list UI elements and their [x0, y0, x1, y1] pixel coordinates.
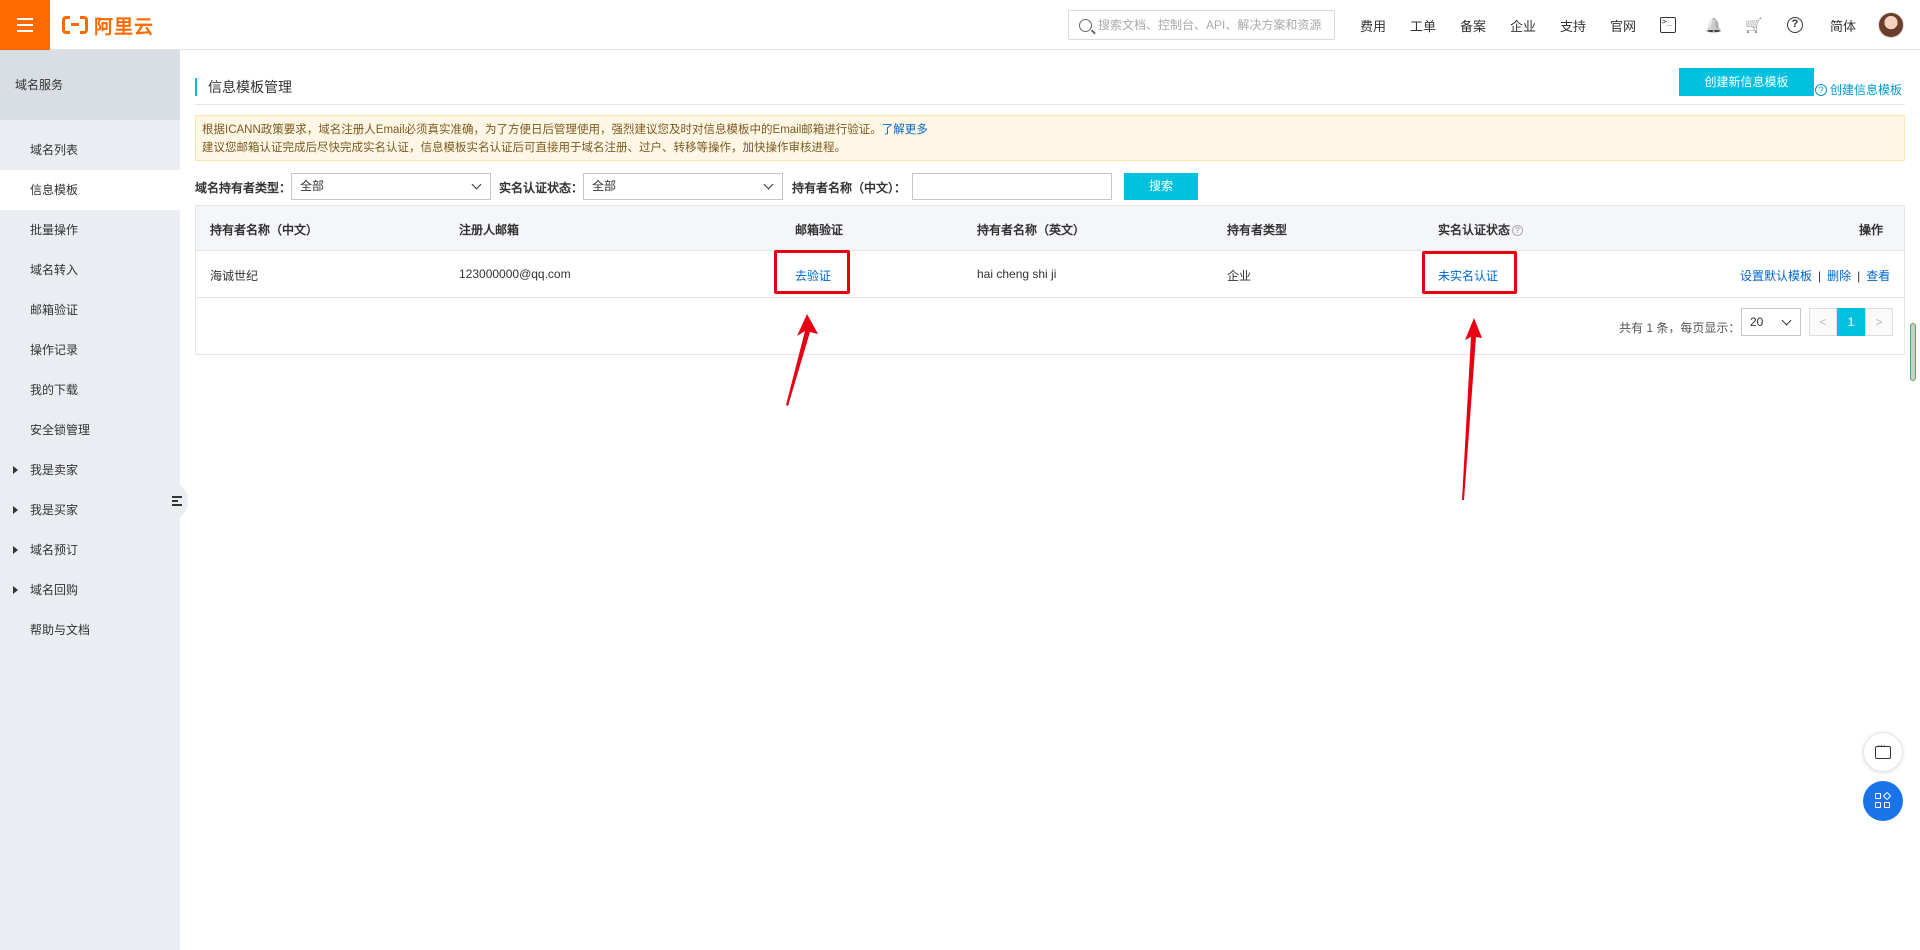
- caret-right-icon: [13, 506, 18, 514]
- pagination-summary: 共有 1 条，每页显示：: [1619, 321, 1741, 335]
- language-switch[interactable]: 简体: [1830, 0, 1856, 50]
- menu-icon[interactable]: [0, 0, 50, 50]
- question-icon: ?: [1815, 83, 1827, 96]
- create-template-button[interactable]: 创建新信息模板: [1679, 68, 1814, 96]
- page-1-button[interactable]: 1: [1837, 308, 1865, 336]
- table-header: 持有者名称（中文） 注册人邮箱 邮箱验证 持有者名称（英文） 持有者类型 实名认…: [196, 206, 1904, 251]
- sidebar-collapse-button[interactable]: [166, 480, 188, 522]
- nav-fees[interactable]: 费用: [1360, 0, 1386, 50]
- sidebar-item-seller[interactable]: 我是卖家: [0, 450, 180, 490]
- set-default-template-link[interactable]: 设置默认模板: [1740, 269, 1812, 283]
- sidebar-header: 域名服务: [0, 50, 180, 120]
- highlight-verify-email: [774, 250, 850, 294]
- col-header-email-verify: 邮箱验证: [795, 223, 844, 237]
- holder-type-label: 域名持有者类型：: [195, 181, 292, 195]
- sidebar-item-batch-ops[interactable]: 批量操作: [0, 210, 180, 250]
- col-header-actions: 操作: [1859, 223, 1884, 237]
- holder-name-input[interactable]: [912, 173, 1112, 200]
- col-header-name-en: 持有者名称（英文）: [977, 223, 1086, 237]
- nav-support[interactable]: 支持: [1560, 0, 1586, 50]
- nav-enterprise[interactable]: 企业: [1510, 0, 1536, 50]
- pagination: 共有 1 条，每页显示： 20 < 1 >: [196, 298, 1904, 354]
- template-table: 持有者名称（中文） 注册人邮箱 邮箱验证 持有者名称（英文） 持有者类型 实名认…: [195, 205, 1905, 355]
- sidebar-item-domain-list[interactable]: 域名列表: [0, 130, 180, 170]
- global-search[interactable]: [1068, 10, 1335, 40]
- sidebar-item-info-template[interactable]: 信息模板: [0, 170, 180, 210]
- col-header-holder-type: 持有者类型: [1227, 223, 1288, 237]
- nav-official-site[interactable]: 官网: [1610, 0, 1636, 50]
- sidebar-item-op-records[interactable]: 操作记录: [0, 330, 180, 370]
- view-link[interactable]: 查看: [1866, 269, 1890, 283]
- chat-button[interactable]: [1863, 732, 1903, 772]
- cell-name-cn: 海诚世纪: [210, 269, 259, 283]
- search-icon: [1079, 18, 1092, 32]
- collapse-icon: [172, 496, 182, 506]
- table-row: 海诚世纪 123000000@qq.com 去验证 hai cheng shi …: [196, 251, 1904, 298]
- learn-more-link[interactable]: 了解更多: [882, 124, 928, 136]
- filter-bar: 域名持有者类型： 全部 实名认证状态： 全部 持有者名称（中文）： 搜索: [195, 172, 1905, 200]
- row-actions: 设置默认模板 | 删除 | 查看: [1740, 269, 1891, 283]
- chevron-down-icon: [471, 179, 482, 190]
- caret-right-icon: [13, 466, 18, 474]
- apps-icon: [1875, 791, 1892, 809]
- highlight-realname-status: [1422, 251, 1517, 294]
- red-arrow-1: [786, 314, 818, 406]
- info-icon[interactable]: ?: [1512, 225, 1524, 237]
- title-divider: [195, 104, 1905, 105]
- chevron-down-icon: [763, 179, 774, 190]
- col-header-realname-status: 实名认证状态?: [1438, 221, 1524, 238]
- col-header-email: 注册人邮箱: [459, 223, 520, 237]
- sidebar-item-my-downloads[interactable]: 我的下载: [0, 370, 180, 410]
- search-input[interactable]: [1098, 18, 1328, 32]
- avatar[interactable]: [1878, 12, 1904, 38]
- bell-icon[interactable]: [1705, 17, 1721, 33]
- cart-icon[interactable]: [1745, 17, 1761, 33]
- sidebar-item-domain-reserve[interactable]: 域名预订: [0, 530, 180, 570]
- scrollbar[interactable]: [1910, 323, 1916, 381]
- sidebar-item-domain-transfer-in[interactable]: 域名转入: [0, 250, 180, 290]
- aliyun-logo[interactable]: 阿里云: [62, 12, 154, 38]
- holder-name-label: 持有者名称（中文）：: [792, 181, 907, 195]
- sidebar-item-security-lock[interactable]: 安全锁管理: [0, 410, 180, 450]
- create-template-help-link[interactable]: ? 创建信息模板: [1815, 81, 1902, 98]
- sidebar: 域名服务 域名列表 信息模板 批量操作 域名转入 邮箱验证 操作记录 我的下载 …: [0, 50, 180, 950]
- logo-text: 阿里云: [94, 16, 155, 38]
- apps-button[interactable]: [1863, 781, 1903, 821]
- caret-right-icon: [13, 586, 18, 594]
- search-button[interactable]: 搜索: [1124, 173, 1198, 200]
- chevron-down-icon: [1781, 315, 1792, 326]
- holder-type-select[interactable]: 全部: [291, 173, 491, 200]
- sidebar-item-email-verify[interactable]: 邮箱验证: [0, 290, 180, 330]
- next-page-button[interactable]: >: [1865, 308, 1893, 336]
- top-navbar: 阿里云 费用 工单 备案 企业 支持 官网 ? 简体: [0, 0, 1920, 50]
- logo-mark-icon: [62, 16, 88, 34]
- red-arrow-2: [1462, 318, 1482, 500]
- caret-right-icon: [13, 546, 18, 554]
- icann-notice: 根据ICANN政策要求，域名注册人Email必须真实准确，为了方便日后管理使用，…: [195, 115, 1905, 161]
- nav-tickets[interactable]: 工单: [1410, 0, 1436, 50]
- page-title: 信息模板管理: [195, 78, 292, 96]
- cell-holder-type: 企业: [1227, 269, 1252, 283]
- realname-status-select[interactable]: 全部: [583, 173, 783, 200]
- cell-name-en: hai cheng shi ji: [977, 267, 1057, 281]
- col-header-name-cn: 持有者名称（中文）: [210, 223, 319, 237]
- chat-icon: [1875, 740, 1891, 759]
- nav-icp[interactable]: 备案: [1460, 0, 1486, 50]
- sidebar-item-help-docs[interactable]: 帮助与文档: [0, 610, 180, 650]
- sidebar-item-buyer[interactable]: 我是买家: [0, 490, 180, 530]
- sidebar-item-domain-buyback[interactable]: 域名回购: [0, 570, 180, 610]
- cell-email: 123000000@qq.com: [459, 267, 571, 281]
- console-icon[interactable]: [1660, 17, 1676, 33]
- prev-page-button[interactable]: <: [1809, 308, 1837, 336]
- delete-link[interactable]: 删除: [1827, 269, 1851, 283]
- realname-status-label: 实名认证状态：: [499, 181, 584, 195]
- page-size-select[interactable]: 20: [1741, 308, 1801, 336]
- help-icon[interactable]: ?: [1787, 17, 1803, 33]
